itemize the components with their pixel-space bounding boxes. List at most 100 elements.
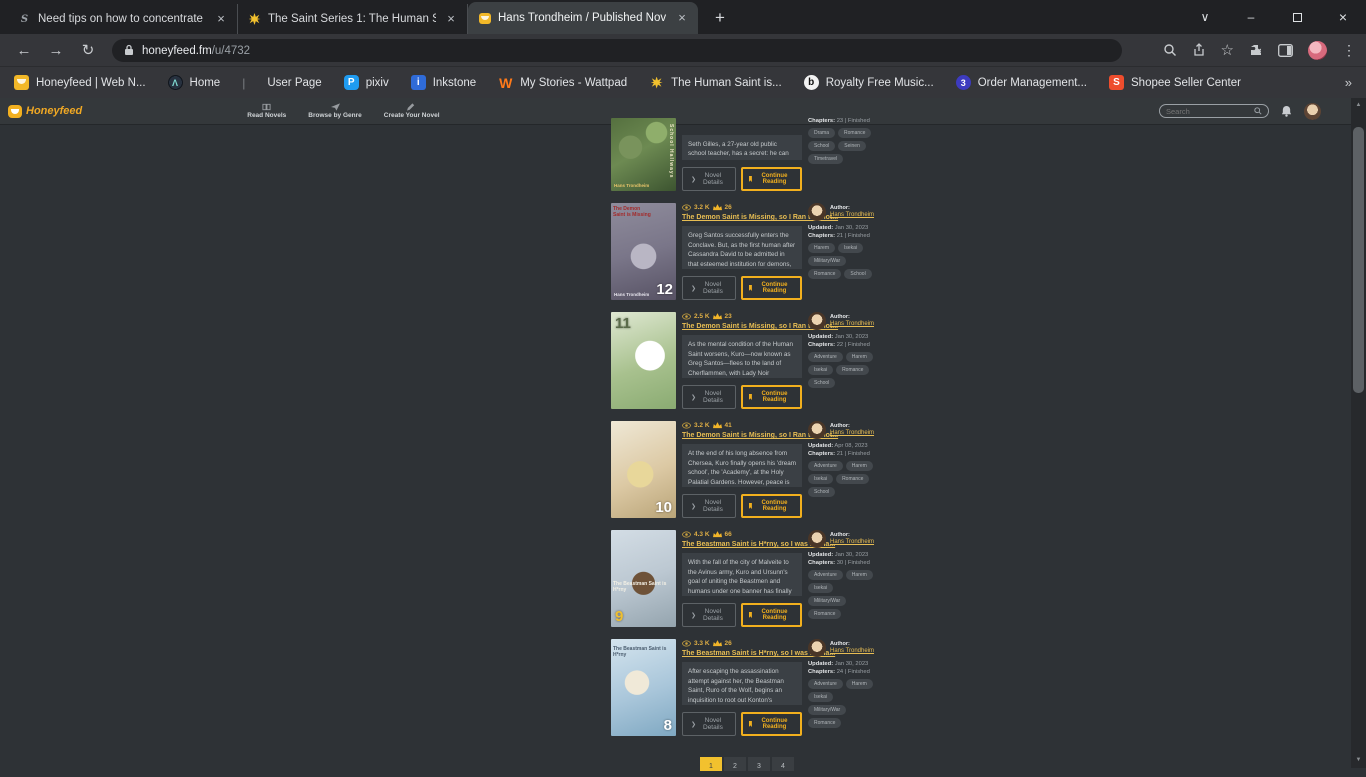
- genre-tag[interactable]: Harem: [846, 570, 873, 580]
- novel-details-button[interactable]: ❯ Novel Details: [682, 603, 736, 627]
- menu-kebab-icon[interactable]: ⋮: [1342, 42, 1356, 59]
- genre-tag[interactable]: Harem: [846, 679, 873, 689]
- genre-tag[interactable]: Isekai: [808, 365, 833, 375]
- novel-details-button[interactable]: ❯ Novel Details: [682, 712, 736, 736]
- genre-tag[interactable]: Timetravel: [808, 154, 843, 164]
- side-panel-icon[interactable]: [1278, 44, 1293, 57]
- genre-tag[interactable]: Military/War: [808, 256, 846, 266]
- page-button-2[interactable]: 2: [724, 757, 746, 771]
- genre-tag[interactable]: Military/War: [808, 596, 846, 606]
- genre-tag[interactable]: Romance: [836, 365, 869, 375]
- continue-reading-button[interactable]: Continue Reading: [741, 385, 802, 409]
- tab-close-icon[interactable]: ×: [213, 11, 229, 27]
- page-button-3[interactable]: 3: [748, 757, 770, 771]
- extensions-puzzle-icon[interactable]: [1249, 43, 1263, 57]
- user-avatar[interactable]: [1304, 103, 1321, 120]
- novel-cover[interactable]: School Hallways Hans Trondheim: [611, 118, 676, 191]
- novel-details-button[interactable]: ❯ Novel Details: [682, 494, 736, 518]
- nav-browse-by-genre[interactable]: Browse by Genre: [308, 103, 361, 119]
- author-link[interactable]: Hans Trondheim: [830, 648, 874, 654]
- search-input[interactable]: [1166, 107, 1250, 116]
- new-tab-button[interactable]: +: [708, 8, 732, 28]
- browser-tab-1[interactable]: S Need tips on how to concentrate ×: [8, 4, 238, 34]
- novel-details-button[interactable]: ❯ Novel Details: [682, 167, 736, 191]
- genre-tag[interactable]: School: [808, 487, 835, 497]
- bookmark-star-icon[interactable]: ☆: [1221, 41, 1234, 59]
- bookmark-royalty-music[interactable]: b Royalty Free Music...: [804, 75, 934, 90]
- author-avatar[interactable]: [808, 639, 826, 657]
- continue-reading-button[interactable]: Continue Reading: [741, 276, 802, 300]
- genre-tag[interactable]: Seinen: [838, 141, 866, 151]
- author-avatar[interactable]: [808, 312, 826, 330]
- genre-tag[interactable]: Adventure: [808, 570, 843, 580]
- novel-title-link[interactable]: The Beastman Saint is H*rny, so I was Ki…: [682, 541, 802, 548]
- genre-tag[interactable]: School: [808, 141, 835, 151]
- continue-reading-button[interactable]: Continue Reading: [741, 494, 802, 518]
- genre-tag[interactable]: Adventure: [808, 679, 843, 689]
- bookmarks-overflow-icon[interactable]: »: [1345, 75, 1352, 90]
- scroll-up-icon[interactable]: ▲: [1351, 98, 1366, 113]
- bookmark-order-management[interactable]: 3 Order Management...: [956, 75, 1087, 90]
- browser-tab-active[interactable]: Hans Trondheim / Published Nov ×: [468, 2, 698, 34]
- bookmark-wattpad[interactable]: W My Stories - Wattpad: [498, 75, 627, 90]
- address-bar[interactable]: honeyfeed.fm/u/4732: [112, 39, 1122, 62]
- notification-bell-icon[interactable]: [1281, 105, 1292, 117]
- genre-tag[interactable]: Isekai: [838, 243, 863, 253]
- page-button-1[interactable]: 1: [700, 757, 722, 771]
- zoom-icon[interactable]: [1163, 43, 1177, 57]
- genre-tag[interactable]: Romance: [808, 718, 841, 728]
- genre-tag[interactable]: Harem: [846, 461, 873, 471]
- genre-tag[interactable]: School: [808, 378, 835, 388]
- genre-tag[interactable]: Isekai: [808, 583, 833, 593]
- novel-title-link[interactable]: The Demon Saint is Missing, so I Ran to …: [682, 323, 802, 330]
- tab-search-chevron-icon[interactable]: ∨: [1182, 0, 1228, 34]
- minimize-button[interactable]: –: [1228, 0, 1274, 34]
- genre-tag[interactable]: Romance: [808, 269, 841, 279]
- reload-button[interactable]: ↻: [74, 36, 102, 64]
- continue-reading-button[interactable]: Continue Reading: [741, 603, 802, 627]
- genre-tag[interactable]: Romance: [808, 609, 841, 619]
- genre-tag[interactable]: Adventure: [808, 461, 843, 471]
- novel-cover[interactable]: The Beastman Saint is H*rny 8: [611, 639, 676, 736]
- novel-title-link[interactable]: The Demon Saint is Missing, so I Ran to …: [682, 432, 802, 439]
- novel-cover[interactable]: 10: [611, 421, 676, 518]
- close-window-button[interactable]: ×: [1320, 0, 1366, 34]
- back-button[interactable]: ←: [10, 36, 38, 64]
- page-button-4[interactable]: 4: [772, 757, 794, 771]
- bookmark-user-page[interactable]: User Page: [267, 77, 321, 89]
- genre-tag[interactable]: Isekai: [808, 692, 833, 702]
- genre-tag[interactable]: Adventure: [808, 352, 843, 362]
- bookmark-human-saint[interactable]: The Human Saint is...: [649, 75, 782, 90]
- novel-details-button[interactable]: ❯ Novel Details: [682, 385, 736, 409]
- genre-tag[interactable]: Harem: [808, 243, 835, 253]
- continue-reading-button[interactable]: Continue Reading: [741, 167, 802, 191]
- maximize-button[interactable]: [1274, 0, 1320, 34]
- scroll-down-icon[interactable]: ▼: [1351, 753, 1366, 768]
- forward-button[interactable]: →: [42, 36, 70, 64]
- bookmark-shopee[interactable]: S Shopee Seller Center: [1109, 75, 1241, 90]
- honeyfeed-logo[interactable]: Honeyfeed: [8, 105, 82, 118]
- continue-reading-button[interactable]: Continue Reading: [741, 712, 802, 736]
- share-icon[interactable]: [1192, 43, 1206, 57]
- genre-tag[interactable]: Harem: [846, 352, 873, 362]
- tab-close-icon[interactable]: ×: [674, 10, 690, 26]
- genre-tag[interactable]: Military/War: [808, 705, 846, 715]
- author-avatar[interactable]: [808, 203, 826, 221]
- novel-details-button[interactable]: ❯ Novel Details: [682, 276, 736, 300]
- novel-cover[interactable]: The Demon Saint is Missing 12 Hans Trond…: [611, 203, 676, 300]
- author-link[interactable]: Hans Trondheim: [830, 212, 874, 218]
- bookmark-honeyfeed[interactable]: Honeyfeed | Web N...: [14, 75, 146, 90]
- author-link[interactable]: Hans Trondheim: [830, 539, 874, 545]
- genre-tag[interactable]: Romance: [836, 474, 869, 484]
- page-scrollbar[interactable]: ▲ ▼: [1351, 98, 1366, 768]
- bookmark-home[interactable]: Λ Home: [168, 75, 221, 90]
- search-box[interactable]: [1159, 104, 1269, 118]
- author-avatar[interactable]: [808, 421, 826, 439]
- genre-tag[interactable]: Drama: [808, 128, 835, 138]
- tab-close-icon[interactable]: ×: [443, 11, 459, 27]
- bookmark-inkstone[interactable]: i Inkstone: [411, 75, 476, 90]
- author-avatar[interactable]: [808, 530, 826, 548]
- genre-tag[interactable]: Romance: [838, 128, 871, 138]
- bookmark-pixiv[interactable]: P pixiv: [344, 75, 389, 90]
- author-link[interactable]: Hans Trondheim: [830, 430, 874, 436]
